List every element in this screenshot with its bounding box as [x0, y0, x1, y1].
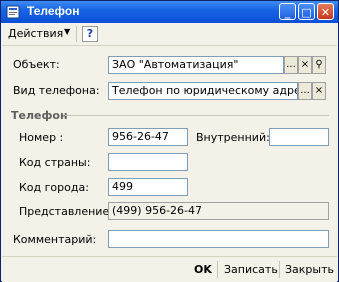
- toolbar: Действия ▼ ?: [2, 23, 337, 46]
- number-field[interactable]: 956-26-47: [108, 128, 188, 146]
- title-bar[interactable]: Телефон _ □ ✕: [1, 1, 338, 23]
- phone-type-field[interactable]: Телефон по юридическому адресу орг: [108, 82, 298, 100]
- close-button[interactable]: Закрыть: [285, 263, 334, 276]
- ellipsis-icon: ...: [300, 85, 310, 96]
- close-icon: ✕: [320, 6, 331, 19]
- toolbar-divider: [76, 26, 77, 42]
- city-code-label: Код города:: [19, 181, 89, 194]
- actions-menu[interactable]: Действия: [8, 27, 63, 40]
- minimize-icon: _: [284, 6, 291, 19]
- help-icon: ?: [86, 27, 94, 40]
- dialog-footer: OK Записать Закрыть: [2, 256, 337, 282]
- phone-form-icon: [6, 5, 20, 19]
- clear-icon: ×: [314, 85, 324, 96]
- maximize-button[interactable]: □: [298, 3, 315, 20]
- phone-type-select-button[interactable]: ...: [298, 82, 312, 100]
- save-button[interactable]: Записать: [224, 263, 278, 276]
- representation-label: Представление:: [19, 205, 113, 218]
- object-clear-button[interactable]: ×: [298, 56, 312, 74]
- comment-field[interactable]: [108, 230, 329, 248]
- comment-label: Комментарий:: [13, 233, 97, 246]
- internal-field[interactable]: [269, 128, 329, 146]
- representation-field: (499) 956-26-47: [108, 202, 329, 220]
- phone-type-clear-button[interactable]: ×: [312, 82, 326, 100]
- clear-icon: ×: [300, 59, 310, 70]
- country-code-field[interactable]: [108, 153, 188, 171]
- close-window-button[interactable]: ✕: [317, 3, 334, 20]
- country-code-label: Код страны:: [19, 156, 91, 169]
- help-button[interactable]: ?: [82, 26, 98, 42]
- phone-group-title: Телефон: [11, 109, 68, 122]
- search-icon: ⚲: [315, 59, 323, 70]
- object-select-button[interactable]: ...: [284, 56, 298, 74]
- object-label: Объект:: [13, 58, 60, 71]
- object-field[interactable]: ЗАО "Автоматизация": [108, 56, 284, 74]
- phone-type-label: Вид телефона:: [13, 84, 100, 97]
- maximize-icon: □: [301, 6, 312, 19]
- window-title: Телефон: [27, 4, 80, 18]
- group-divider: [65, 115, 329, 116]
- city-code-field[interactable]: 499: [108, 178, 188, 196]
- internal-label: Внутренний:: [196, 131, 270, 144]
- number-label: Номер :: [19, 131, 64, 144]
- chevron-down-icon[interactable]: ▼: [64, 27, 70, 36]
- phone-dialog: Телефон _ □ ✕ Действия ▼ ? Объект: ЗАО "…: [0, 0, 339, 282]
- ok-button[interactable]: OK: [194, 263, 212, 276]
- minimize-button[interactable]: _: [279, 3, 296, 20]
- object-open-button[interactable]: ⚲: [312, 56, 326, 74]
- footer-divider: [217, 261, 218, 278]
- ellipsis-icon: ...: [286, 59, 296, 70]
- footer-divider: [279, 261, 280, 278]
